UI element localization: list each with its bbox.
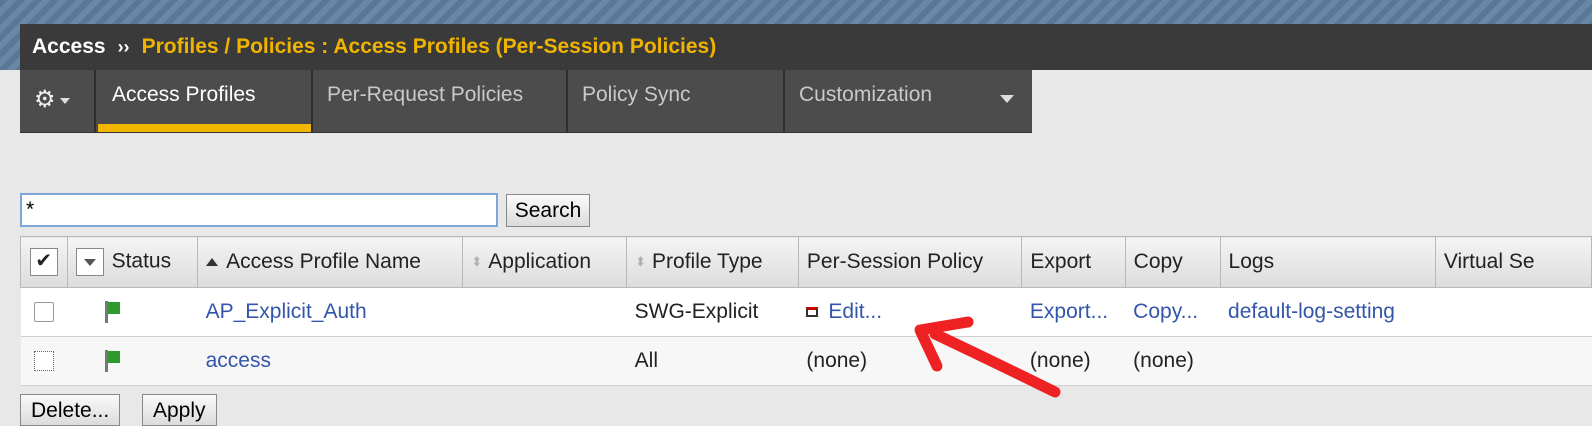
log-setting-link[interactable]: default-log-setting: [1228, 300, 1395, 323]
sort-ascending-icon: [206, 258, 219, 267]
active-tab-indicator: [98, 124, 311, 132]
name-cell: access: [197, 336, 463, 386]
chevron-down-icon: [1000, 95, 1014, 103]
search-input[interactable]: [20, 193, 498, 227]
row-checkbox[interactable]: [33, 302, 54, 323]
gear-icon: ⚙: [34, 86, 56, 113]
row-checkbox-disabled: [33, 351, 54, 372]
status-flag-icon: [103, 301, 121, 324]
apply-button[interactable]: Apply: [142, 394, 217, 426]
per-session-policy-cell: Edit...: [798, 287, 1022, 337]
column-header-label: Virtual Se: [1443, 250, 1535, 273]
logs-header: Logs: [1219, 236, 1436, 288]
row-select-cell: [20, 336, 68, 386]
logs-cell: [1220, 336, 1436, 386]
tab-policy-sync[interactable]: Policy Sync: [568, 70, 785, 132]
tab-label: Per-Request Policies: [327, 83, 524, 106]
status-cell: [67, 287, 198, 337]
tab-label: Access Profiles: [112, 83, 256, 106]
export-cell: (none): [1021, 336, 1126, 386]
application-header[interactable]: ⬍ Application: [462, 236, 628, 288]
select-all-checkbox[interactable]: ✔: [29, 248, 58, 276]
edit-policy-link[interactable]: Edit...: [828, 300, 882, 323]
status-filter-dropdown[interactable]: [75, 248, 104, 276]
virtual-servers-cell: [1435, 336, 1592, 386]
tab-bar: ⚙ Access Profiles Per-Request Policies P…: [20, 70, 1032, 133]
policy-editor-icon: [806, 307, 819, 318]
name-header[interactable]: Access Profile Name: [197, 236, 464, 288]
logs-cell: default-log-setting: [1220, 287, 1436, 337]
copy-header: Copy: [1124, 236, 1221, 288]
breadcrumb-path: Profiles / Policies : Access Profiles (P…: [141, 35, 717, 58]
table-row: access All (none) (none) (none): [20, 336, 1592, 386]
copy-cell: Copy...: [1125, 287, 1221, 337]
tab-customization[interactable]: Customization: [785, 70, 1032, 132]
column-header-label: Profile Type: [652, 250, 763, 273]
profile-name-link[interactable]: access: [206, 349, 271, 372]
copy-cell: (none): [1125, 336, 1221, 386]
name-cell: AP_Explicit_Auth: [197, 287, 463, 337]
tab-access-profiles[interactable]: Access Profiles: [98, 70, 313, 132]
virtual-servers-header: Virtual Se: [1434, 236, 1592, 288]
delete-button[interactable]: Delete...: [20, 394, 121, 426]
column-header-label: Logs: [1228, 250, 1275, 273]
profile-type-cell: All: [626, 336, 799, 386]
column-header-label: Copy: [1133, 250, 1183, 273]
table-header-row: ✔ Status Access Profile Name ⬍ Applicatio…: [20, 236, 1592, 288]
column-header-label: Per-Session Policy: [806, 250, 984, 273]
column-header-label: Application: [488, 250, 591, 273]
sort-icon: ⬍: [635, 254, 647, 270]
table-row: AP_Explicit_Auth SWG-Explicit Edit... Ex…: [20, 287, 1592, 337]
access-profiles-table: ✔ Status Access Profile Name ⬍ Applicatio…: [20, 236, 1592, 386]
tab-label: Customization: [799, 83, 933, 106]
profile-type-header[interactable]: ⬍ Profile Type: [626, 236, 799, 288]
row-select-cell: [20, 287, 68, 337]
export-cell: Export...: [1021, 287, 1126, 337]
profile-name-link[interactable]: AP_Explicit_Auth: [206, 300, 367, 323]
per-session-policy-cell: (none): [798, 336, 1022, 386]
copy-link[interactable]: Copy...: [1133, 300, 1198, 323]
breadcrumb-root[interactable]: Access: [32, 35, 106, 59]
application-cell: [462, 287, 627, 337]
per-session-policy-header: Per-Session Policy: [797, 236, 1023, 288]
gear-menu-button[interactable]: ⚙: [20, 70, 96, 132]
application-cell: [462, 336, 627, 386]
status-cell: [67, 336, 198, 386]
tab-per-request-policies[interactable]: Per-Request Policies: [313, 70, 568, 132]
column-header-label: Access Profile Name: [226, 250, 421, 273]
export-header: Export: [1021, 236, 1126, 288]
chevron-down-icon: [59, 98, 70, 105]
sort-icon: ⬍: [471, 254, 483, 270]
search-button[interactable]: Search: [506, 194, 590, 227]
tab-label: Policy Sync: [582, 83, 691, 106]
breadcrumb: Access ›› Profiles / Policies : Access P…: [20, 24, 1592, 70]
breadcrumb-separator: ››: [117, 36, 130, 57]
status-header[interactable]: Status: [66, 236, 199, 288]
column-header-label: Status: [111, 249, 172, 273]
status-flag-icon: [103, 350, 121, 373]
select-all-header: ✔: [20, 236, 68, 288]
profile-type-cell: SWG-Explicit: [626, 287, 799, 337]
column-header-label: Export: [1030, 250, 1092, 273]
virtual-servers-cell: [1435, 287, 1592, 337]
export-link[interactable]: Export...: [1030, 300, 1108, 323]
